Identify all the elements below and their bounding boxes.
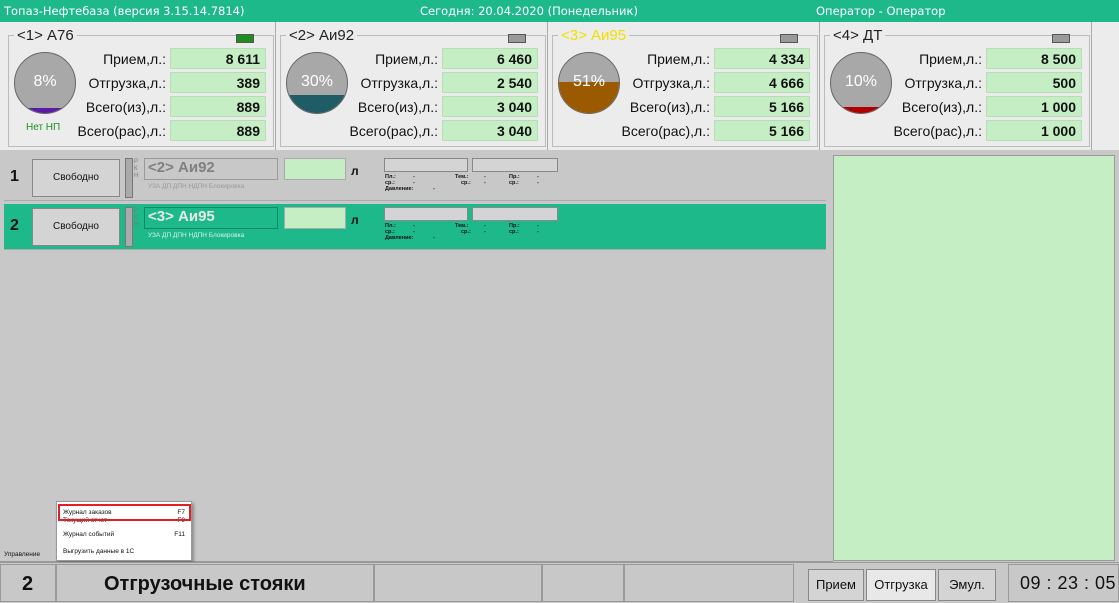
- tank-1[interactable]: <1> А76 8% Нет НП Прием,л.: 8 611 Отгрузк…: [4, 22, 276, 150]
- section-title: Отгрузочные стояки: [104, 573, 306, 595]
- receipt-label: Прием,л.:: [919, 51, 982, 67]
- tank-status-indicator: [780, 34, 798, 43]
- post-info-box-1: [384, 158, 468, 172]
- shipment-value: 2 540: [442, 72, 538, 93]
- tank-percent: 51%: [572, 73, 606, 90]
- control-menu-label[interactable]: Управление: [4, 551, 40, 558]
- app-title: Топаз-Нефтебаза (версия 3.15.14.7814): [4, 4, 245, 18]
- tank-level-gauge: 10%: [830, 52, 892, 114]
- loading-post-2[interactable]: 2 Свободно Р К Н <3> Аи95 УЗА ДП ДПН НДП…: [4, 204, 826, 250]
- tank-level-gauge: 51%: [558, 52, 620, 114]
- post-state-button[interactable]: Свободно: [32, 208, 120, 246]
- total-out-label: Всего(из),л.:: [357, 99, 438, 115]
- posts-count: 2: [22, 573, 34, 595]
- volume-input[interactable]: [284, 207, 346, 229]
- loading-posts-area: 1 Свободно Р К Н <2> Аи92 УЗА ДП ДПН НДП…: [4, 155, 826, 550]
- total-calc-label: Всего(рас),л.:: [77, 123, 166, 139]
- volume-unit: л: [351, 164, 359, 178]
- post-progress-bar: [125, 158, 133, 198]
- tank-name: <4> ДТ: [830, 27, 886, 44]
- context-menu: Журнал заказов F7 Текущий отчет F9 Журнал …: [56, 501, 192, 561]
- total-out-value: 889: [170, 96, 266, 117]
- total-calc-label: Всего(рас),л.:: [349, 123, 438, 139]
- tank-name: <1> А76: [14, 27, 77, 44]
- current-date: Сегодня: 20.04.2020 (Понедельник): [420, 4, 638, 18]
- tank-name: <2> Аи92: [286, 27, 358, 44]
- tank-name: <3> Аи95: [558, 27, 630, 44]
- bottom-cell: [374, 564, 542, 602]
- tank-percent: 10%: [844, 73, 878, 90]
- post-info-box-1: [384, 207, 468, 221]
- receipt-value: 6 460: [442, 48, 538, 69]
- post-progress-bar: [125, 207, 133, 247]
- post-number: 1: [10, 168, 19, 185]
- total-out-value: 1 000: [986, 96, 1082, 117]
- shipment-button[interactable]: Отгрузка: [866, 569, 936, 601]
- tank-status-indicator: [1052, 34, 1070, 43]
- tank-percent: 30%: [300, 73, 334, 90]
- post-flags: УЗА ДП ДПН НДПН Блокировка: [148, 232, 245, 239]
- volume-input[interactable]: [284, 158, 346, 180]
- tank-status-indicator: [508, 34, 526, 43]
- post-rkn-label: Р К Н: [134, 208, 139, 228]
- total-out-value: 3 040: [442, 96, 538, 117]
- total-out-label: Всего(из),л.:: [629, 99, 710, 115]
- tank-percent: 8%: [33, 73, 57, 90]
- menu-item-events-journal[interactable]: Журнал событий F11: [57, 528, 191, 541]
- receipt-value: 4 334: [714, 48, 810, 69]
- total-calc-value: 5 166: [714, 120, 810, 141]
- shipment-value: 500: [986, 72, 1082, 93]
- total-calc-value: 3 040: [442, 120, 538, 141]
- menu-item-export-1c[interactable]: Выгрузить данные в 1С: [57, 545, 191, 558]
- operator-name: Оператор - Оператор: [816, 4, 946, 18]
- tank-2[interactable]: <2> Аи92 30% Прием,л.: 6 460 Отгрузка,л.:…: [276, 22, 548, 150]
- post-flags: УЗА ДП ДПН НДПН Блокировка: [148, 183, 245, 190]
- bottom-cell: [624, 564, 794, 602]
- highlight-frame: [58, 504, 191, 521]
- receipt-value: 8 500: [986, 48, 1082, 69]
- post-number: 2: [10, 217, 19, 234]
- tank-level-gauge: 30%: [286, 52, 348, 114]
- tank-status-indicator: [236, 34, 254, 43]
- tank-note: Нет НП: [26, 122, 61, 133]
- shipment-label: Отгрузка,л.:: [88, 75, 166, 91]
- receipt-value: 8 611: [170, 48, 266, 69]
- tank-4[interactable]: <4> ДТ 10% Прием,л.: 8 500 Отгрузка,л.: 50…: [820, 22, 1092, 150]
- total-out-label: Всего(из),л.:: [901, 99, 982, 115]
- shipment-label: Отгрузка,л.:: [904, 75, 982, 91]
- receipt-button[interactable]: Прием: [808, 569, 864, 601]
- post-info-box-2: [472, 158, 558, 172]
- total-calc-value: 1 000: [986, 120, 1082, 141]
- app-window: Топаз-Нефтебаза (версия 3.15.14.7814) Се…: [0, 0, 1119, 603]
- tank-3[interactable]: <3> Аи95 51% Прием,л.: 4 334 Отгрузка,л.:…: [548, 22, 820, 150]
- total-calc-value: 889: [170, 120, 266, 141]
- tanks-panel: <1> А76 8% Нет НП Прием,л.: 8 611 Отгрузк…: [0, 22, 1119, 150]
- shipment-label: Отгрузка,л.:: [632, 75, 710, 91]
- right-info-panel: [833, 155, 1115, 561]
- shipment-value: 389: [170, 72, 266, 93]
- shipment-value: 4 666: [714, 72, 810, 93]
- title-bar: Топаз-Нефтебаза (версия 3.15.14.7814) Се…: [0, 0, 1119, 22]
- receipt-label: Прием,л.:: [103, 51, 166, 67]
- post-fuel-name: <3> Аи95: [148, 208, 215, 225]
- shipment-label: Отгрузка,л.:: [360, 75, 438, 91]
- post-fuel-name: <2> Аи92: [148, 159, 215, 176]
- clock: 09 : 23 : 05: [1020, 573, 1117, 593]
- bottom-bar: 2 Отгрузочные стояки Прием Отгрузка Эмул…: [0, 562, 1119, 603]
- post-info-box-2: [472, 207, 558, 221]
- total-out-label: Всего(из),л.:: [85, 99, 166, 115]
- post-state-button[interactable]: Свободно: [32, 159, 120, 197]
- receipt-label: Прием,л.:: [375, 51, 438, 67]
- total-calc-label: Всего(рас),л.:: [621, 123, 710, 139]
- emulation-button[interactable]: Эмул.: [938, 569, 996, 601]
- receipt-label: Прием,л.:: [647, 51, 710, 67]
- volume-unit: л: [351, 213, 359, 227]
- loading-post-1[interactable]: 1 Свободно Р К Н <2> Аи92 УЗА ДП ДПН НДП…: [4, 155, 826, 201]
- tank-level-gauge: 8%: [14, 52, 76, 114]
- total-calc-label: Всего(рас),л.:: [893, 123, 982, 139]
- bottom-cell: [542, 564, 624, 602]
- total-out-value: 5 166: [714, 96, 810, 117]
- post-rkn-label: Р К Н: [134, 159, 139, 179]
